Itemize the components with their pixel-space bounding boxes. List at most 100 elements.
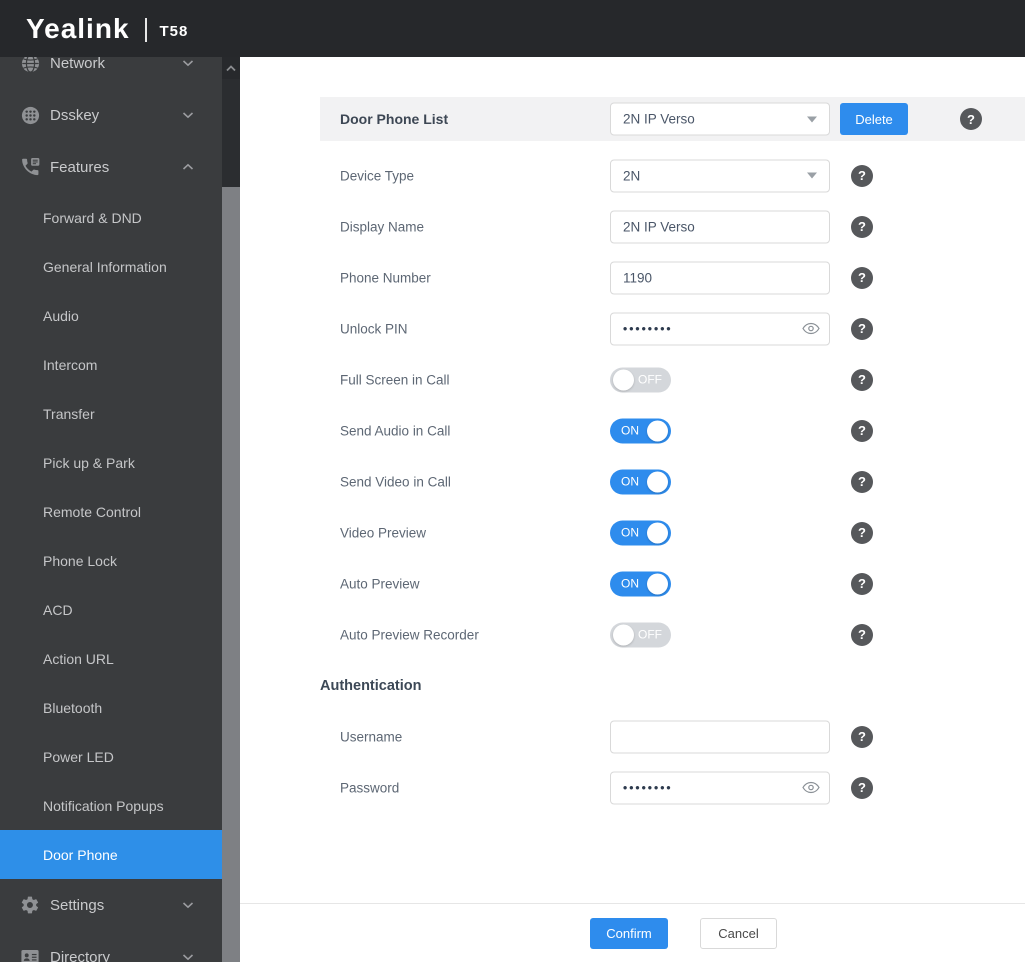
form-rows: Device Type2N?Display Name?Phone Number?… [240, 150, 1025, 813]
form-row-phone-number: Phone Number? [240, 252, 1025, 303]
sidebar-item-directory[interactable]: Directory [0, 931, 222, 962]
scrollbar-up-button[interactable] [222, 57, 240, 79]
video-preview-toggle[interactable]: ON [610, 520, 671, 545]
toggle-state-label: OFF [638, 627, 662, 642]
help-icon[interactable]: ? [851, 317, 873, 340]
help-icon[interactable]: ? [960, 108, 982, 130]
sidebar-item-label: Power LED [43, 748, 114, 765]
eye-icon[interactable] [802, 322, 820, 335]
page-body: Network Dsskey Features Forward & DND Genera… [0, 57, 1025, 962]
sidebar-item-transfer[interactable]: Transfer [0, 389, 222, 438]
field-label: Display Name [340, 219, 425, 234]
chevron-down-icon [182, 111, 194, 119]
sidebar-item-label: Forward & DND [43, 209, 142, 226]
help-icon[interactable]: ? [851, 419, 873, 442]
sidebar-nav: Network Dsskey Features Forward & DND Genera… [0, 57, 222, 962]
sidebar-item-label: Action URL [43, 650, 114, 667]
field-label: Auto Preview Recorder [340, 627, 479, 642]
toggle-state-label: OFF [638, 372, 662, 387]
send-video-in-call-toggle[interactable]: ON [610, 469, 671, 494]
logo-separator [144, 17, 147, 42]
sidebar-item-network[interactable]: Network [0, 57, 222, 89]
sidebar-item-pick-up-park[interactable]: Pick up & Park [0, 438, 222, 487]
sidebar-item-label: Dsskey [50, 106, 100, 124]
sidebar-item-dsskey[interactable]: Dsskey [0, 89, 222, 141]
form-row-send-video-in-call: Send Video in Call ON? [240, 456, 1025, 507]
dsskey-icon [18, 105, 42, 126]
scrollbar-thumb[interactable] [222, 187, 240, 962]
help-icon[interactable]: ? [851, 266, 873, 289]
send-audio-in-call-toggle[interactable]: ON [610, 418, 671, 443]
help-icon[interactable]: ? [851, 776, 873, 799]
door-phone-list-select[interactable]: 2N IP Verso [610, 102, 830, 136]
sidebar-item-audio[interactable]: Audio [0, 291, 222, 340]
form-row-unlock-pin: Unlock PIN? [240, 303, 1025, 354]
form-row-video-preview: Video Preview ON? [240, 507, 1025, 558]
help-icon[interactable]: ? [851, 572, 873, 595]
sidebar-item-label: Network [50, 57, 106, 72]
sidebar-item-door-phone[interactable]: Door Phone [0, 830, 222, 879]
sidebar-item-power-led[interactable]: Power LED [0, 732, 222, 781]
username-input[interactable] [610, 720, 830, 753]
help-icon[interactable]: ? [851, 725, 873, 748]
help-icon[interactable]: ? [851, 470, 873, 493]
field-label: Unlock PIN [340, 321, 408, 336]
device-type-select[interactable]: 2N [610, 159, 830, 192]
sidebar-item-label: Door Phone [43, 846, 118, 863]
sidebar-item-phone-lock[interactable]: Phone Lock [0, 536, 222, 585]
sidebar-item-label: Notification Popups [43, 797, 164, 814]
confirm-button[interactable]: Confirm [590, 917, 668, 949]
cancel-button[interactable]: Cancel [700, 917, 777, 949]
toggle-knob [647, 573, 668, 594]
chevron-down-icon [182, 953, 194, 961]
sidebar-item-notification-popups[interactable]: Notification Popups [0, 781, 222, 830]
help-icon[interactable]: ? [851, 623, 873, 646]
sidebar-item-label: Features [50, 158, 110, 176]
sidebar-item-action-url[interactable]: Action URL [0, 634, 222, 683]
toggle-state-label: ON [621, 576, 639, 591]
sidebar-item-label: Audio [43, 307, 79, 324]
form-row-auto-preview-recorder: Auto Preview Recorder OFF? [240, 609, 1025, 660]
sidebar-item-settings[interactable]: Settings [0, 879, 222, 931]
sidebar-item-bluetooth[interactable]: Bluetooth [0, 683, 222, 732]
toggle-knob [613, 624, 634, 645]
settings-icon [18, 895, 42, 915]
display-name-input[interactable] [610, 210, 830, 243]
help-icon[interactable]: ? [851, 164, 873, 187]
sidebar-item-forward-dnd[interactable]: Forward & DND [0, 193, 222, 242]
field-label: Video Preview [340, 525, 427, 540]
field-label: Password [340, 780, 400, 795]
eye-icon[interactable] [802, 781, 820, 794]
form-row-device-type: Device Type 2N? [240, 150, 1025, 201]
chevron-up-icon [226, 59, 236, 77]
password-input[interactable] [610, 771, 830, 804]
field-label: Full Screen in Call [340, 372, 450, 387]
sidebar-item-remote-control[interactable]: Remote Control [0, 487, 222, 536]
sidebar-item-acd[interactable]: ACD [0, 585, 222, 634]
chevron-down-icon [807, 172, 817, 179]
sidebar-item-label: Settings [50, 896, 105, 914]
auto-preview-recorder-toggle[interactable]: OFF [610, 622, 671, 647]
delete-button[interactable]: Delete [840, 103, 908, 135]
form-row-username: Username? [240, 711, 1025, 762]
sidebar-scrollbar[interactable] [222, 57, 240, 962]
sidebar-item-label: Pick up & Park [43, 454, 135, 471]
door-phone-list-row: Door Phone List 2N IP Verso Delete ? [320, 97, 1025, 141]
auto-preview-toggle[interactable]: ON [610, 571, 671, 596]
sidebar-item-general-information[interactable]: General Information [0, 242, 222, 291]
full-screen-in-call-toggle[interactable]: OFF [610, 367, 671, 392]
toggle-state-label: ON [621, 474, 639, 489]
sidebar-item-intercom[interactable]: Intercom [0, 340, 222, 389]
chevron-down-icon [182, 59, 194, 67]
help-icon[interactable]: ? [851, 215, 873, 238]
yealink-web-admin: Yealink T58 Network Dsskey Features Forward… [0, 0, 1025, 962]
phone-number-input[interactable] [610, 261, 830, 294]
form-row-send-audio-in-call: Send Audio in Call ON? [240, 405, 1025, 456]
help-icon[interactable]: ? [851, 521, 873, 544]
sidebar-item-features[interactable]: Features [0, 141, 222, 193]
help-icon[interactable]: ? [851, 368, 873, 391]
unlock-pin-input[interactable] [610, 312, 830, 345]
field-label: Device Type [340, 168, 415, 183]
toggle-knob [647, 471, 668, 492]
top-bar: Yealink T58 [0, 0, 1025, 57]
